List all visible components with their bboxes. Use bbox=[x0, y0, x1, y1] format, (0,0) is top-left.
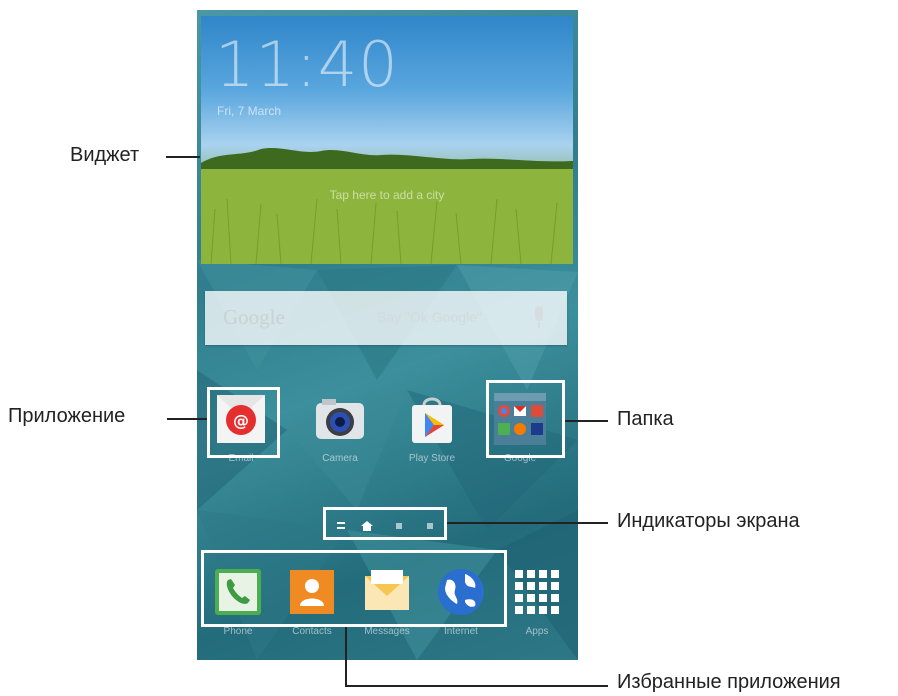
callout-indicators: Индикаторы экрана bbox=[617, 510, 800, 532]
voice-search-hint: Say "Ok Google" bbox=[377, 309, 482, 325]
callout-line-favorites-vertical bbox=[345, 627, 347, 686]
clock-time: 11:40 bbox=[215, 28, 399, 101]
callout-line-favorites bbox=[345, 685, 608, 687]
app-camera[interactable]: Camera bbox=[305, 391, 375, 464]
callout-line-indicators bbox=[447, 522, 608, 524]
grass-field bbox=[201, 169, 573, 264]
callout-line-app bbox=[167, 418, 207, 420]
favorites-highlight-box bbox=[201, 550, 507, 627]
indicator-highlight-box bbox=[323, 507, 447, 540]
add-city-hint: Tap here to add a city bbox=[329, 188, 445, 202]
callout-favorites: Избранные приложения bbox=[617, 671, 841, 693]
callout-app: Приложение bbox=[8, 405, 126, 427]
dock-label: Contacts bbox=[292, 626, 332, 637]
callout-folder: Папка bbox=[617, 408, 674, 430]
google-search-bar[interactable]: Google Say "Ok Google" bbox=[205, 291, 567, 345]
callout-widget: Виджет bbox=[70, 144, 140, 166]
microphone-icon[interactable] bbox=[530, 305, 548, 331]
tree-line bbox=[201, 148, 573, 171]
apps-grid-icon[interactable] bbox=[511, 566, 563, 618]
dock-label: Messages bbox=[364, 626, 410, 637]
callout-line-widget bbox=[166, 156, 200, 158]
dock-label: Apps bbox=[525, 626, 549, 637]
camera-icon bbox=[312, 391, 368, 447]
app-label: Camera bbox=[322, 453, 358, 464]
google-logo: Google bbox=[223, 305, 285, 329]
dock-label: Internet bbox=[444, 626, 478, 637]
app-label: Play Store bbox=[408, 453, 456, 464]
weather-clock-widget[interactable]: 11:40 Fri, 7 March Tap here to add a cit… bbox=[201, 16, 573, 264]
clock-date: Fri, 7 March bbox=[217, 104, 282, 118]
dock-label: Phone bbox=[223, 626, 253, 637]
app-highlight-box bbox=[207, 387, 280, 458]
callout-line-folder bbox=[565, 420, 608, 422]
play-store-icon bbox=[404, 391, 460, 447]
app-play-store[interactable]: Play Store bbox=[397, 391, 467, 464]
folder-highlight-box bbox=[486, 380, 565, 458]
